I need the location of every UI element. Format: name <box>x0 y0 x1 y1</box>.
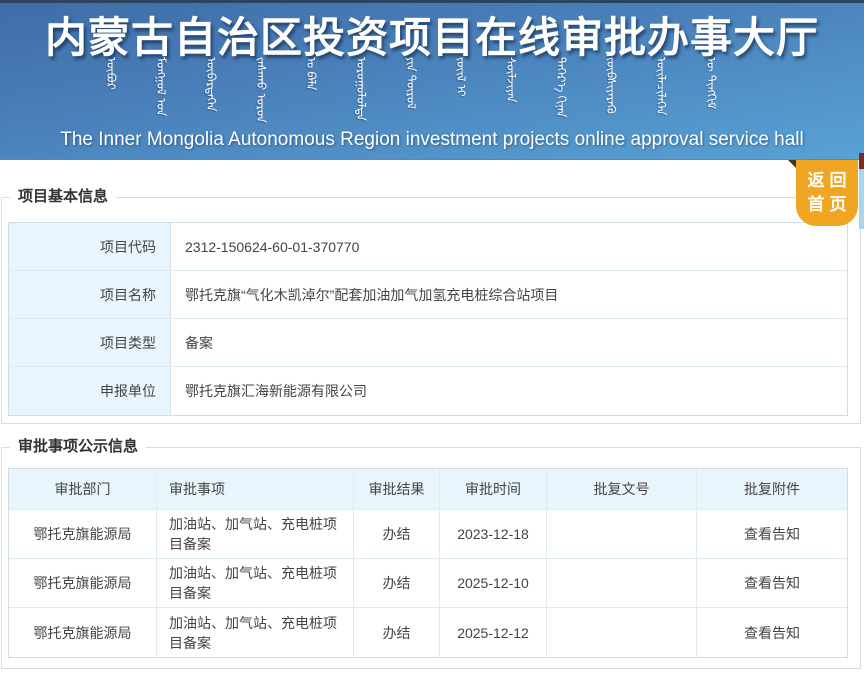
approval-department-cell: 鄂托克旗能源局 <box>9 608 157 657</box>
site-header-banner: 内蒙古自治区投资项目在线审批办事大厅 ᠥᠪᠥᠷ ᠮᠣᠩᠭᠣᠯ ᠤᠨ ᠥᠪᠡᠷᠲᠡ… <box>0 0 864 160</box>
column-header-approval-time: 审批时间 <box>440 469 547 510</box>
project-name-label: 项目名称 <box>9 271 171 318</box>
back-button-text-line2: 首页 <box>803 193 852 217</box>
approval-item-cell: 加油站、加气站、充电桩项目备案 <box>157 608 354 657</box>
page: 内蒙古自治区投资项目在线审批办事大厅 ᠥᠪᠥᠷ ᠮᠣᠩᠭᠣᠯ ᠤᠨ ᠥᠪᠡᠷᠲᠡ… <box>0 0 864 674</box>
reply-doc-number-cell <box>547 510 697 559</box>
reply-doc-number-cell <box>547 559 697 608</box>
approval-department-cell: 鄂托克旗能源局 <box>9 559 157 608</box>
project-code-label: 项目代码 <box>9 223 171 270</box>
column-header-approval-item: 审批事项 <box>157 469 354 510</box>
approval-result-cell: 办结 <box>354 559 440 608</box>
approval-department-cell: 鄂托克旗能源局 <box>9 510 157 559</box>
site-subtitle-english: The Inner Mongolia Autonomous Region inv… <box>0 129 864 151</box>
approval-result-cell: 办结 <box>354 608 440 657</box>
project-code-value: 2312-150624-60-01-370770 <box>171 223 847 270</box>
table-row: 项目类型 备案 <box>9 319 847 367</box>
section-approval-public-info: 审批事项公示信息 审批部门 审批事项 审批结果 审批时间 批复文号 批复附件 鄂… <box>1 447 861 669</box>
section-title-approval-public-info: 审批事项公示信息 <box>10 437 146 457</box>
back-button-text-line1: 返回 <box>803 169 852 193</box>
table-row: 项目代码 2312-150624-60-01-370770 <box>9 223 847 271</box>
column-header-approval-result: 审批结果 <box>354 469 440 510</box>
project-info-table: 项目代码 2312-150624-60-01-370770 项目名称 鄂托克旗“… <box>8 222 848 416</box>
ribbon-fold-icon <box>788 160 796 168</box>
site-title-chinese: 内蒙古自治区投资项目在线审批办事大厅 <box>0 4 864 65</box>
site-title-mongolian-script: ᠥᠪᠥᠷ ᠮᠣᠩᠭᠣᠯ ᠤᠨ ᠥᠪᠡᠷᠲᠡᠭᠡᠨ ᠵᠠᠰᠠᠬᠤ ᠣᠷᠣᠨ ᠤ ᠪ… <box>86 57 798 123</box>
view-notice-link[interactable]: 查看告知 <box>697 608 847 657</box>
project-type-value: 备案 <box>171 319 847 366</box>
declaring-unit-value: 鄂托克旗汇海新能源有限公司 <box>171 367 847 415</box>
header-top-strip <box>0 0 864 3</box>
section-title-project-basic-info: 项目基本信息 <box>10 187 116 207</box>
view-notice-link[interactable]: 查看告知 <box>697 559 847 608</box>
reply-doc-number-cell <box>547 608 697 657</box>
approval-time-cell: 2025-12-12 <box>440 608 547 657</box>
table-row: 申报单位 鄂托克旗汇海新能源有限公司 <box>9 367 847 415</box>
project-type-label: 项目类型 <box>9 319 171 366</box>
project-name-value: 鄂托克旗“气化木凯淖尔”配套加油加气加氢充电桩综合站项目 <box>171 271 847 318</box>
right-edge-ribbon-fragment <box>859 153 864 169</box>
declaring-unit-label: 申报单位 <box>9 367 171 415</box>
column-header-reply-attachment: 批复附件 <box>697 469 847 510</box>
view-notice-link[interactable]: 查看告知 <box>697 510 847 559</box>
right-edge-ribbon-fragment-track <box>859 169 864 229</box>
approval-time-cell: 2025-12-10 <box>440 559 547 608</box>
column-header-approval-department: 审批部门 <box>9 469 157 510</box>
approval-table: 审批部门 审批事项 审批结果 审批时间 批复文号 批复附件 鄂托克旗能源局 加油… <box>8 468 848 658</box>
approval-item-cell: 加油站、加气站、充电桩项目备案 <box>157 559 354 608</box>
approval-item-cell: 加油站、加气站、充电桩项目备案 <box>157 510 354 559</box>
approval-result-cell: 办结 <box>354 510 440 559</box>
approval-time-cell: 2023-12-18 <box>440 510 547 559</box>
section-project-basic-info: 项目基本信息 项目代码 2312-150624-60-01-370770 项目名… <box>1 197 861 424</box>
back-to-home-button[interactable]: 返回 首页 <box>796 160 858 226</box>
table-row: 项目名称 鄂托克旗“气化木凯淖尔”配套加油加气加氢充电桩综合站项目 <box>9 271 847 319</box>
column-header-reply-doc-number: 批复文号 <box>547 469 697 510</box>
